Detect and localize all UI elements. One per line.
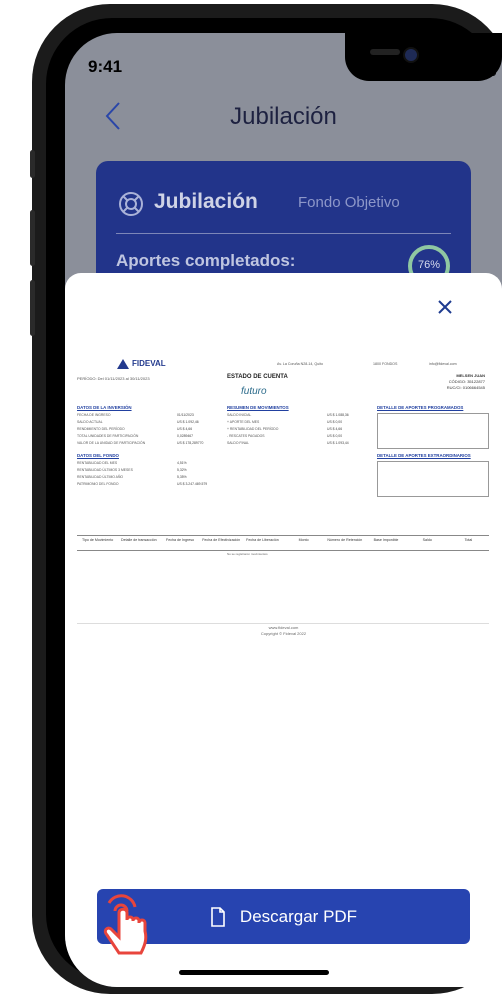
th-base: Base Imponible bbox=[373, 538, 399, 542]
product-logo: futuro bbox=[241, 386, 267, 397]
fideval-logo: FIDEVAL bbox=[117, 359, 166, 369]
volume-down-button bbox=[30, 280, 35, 336]
client-ruc: RUC/CI: 0106664545 bbox=[446, 385, 485, 390]
mute-switch bbox=[30, 150, 35, 178]
phone: 1800 FONDOS bbox=[373, 362, 398, 366]
card-subtitle: Fondo Objetivo bbox=[298, 194, 400, 211]
status-icons: .ıl ᯤ bbox=[437, 59, 497, 77]
aportes-programados-table bbox=[377, 413, 489, 449]
close-button[interactable] bbox=[437, 295, 453, 321]
signal-wifi-icon: .ıl ᯤ bbox=[437, 61, 469, 76]
status-time: 9:41 bbox=[88, 57, 123, 76]
movements-note: No se registraron movimientos bbox=[227, 552, 268, 556]
th-detalle: Detalle de transacción bbox=[121, 538, 157, 542]
email: info@fideval.com bbox=[429, 362, 457, 366]
tap-hand-icon bbox=[103, 894, 148, 955]
progress-label: 76% bbox=[417, 259, 441, 271]
client-info: MELSEN JUAN CÓDIGO: 35122877 RUC/CI: 010… bbox=[447, 373, 485, 391]
address: Av. La Coruña N28-14, Quito bbox=[277, 362, 324, 366]
section-fondo: DATOS DEL FONDO bbox=[77, 453, 119, 458]
footer-copyright: Copyright © Fideval 2022 bbox=[260, 631, 307, 636]
th-monto: Monto bbox=[298, 538, 309, 542]
th-fecha-ingreso: Fecha de Ingreso bbox=[166, 538, 194, 542]
home-indicator bbox=[179, 970, 329, 975]
file-icon bbox=[211, 906, 225, 927]
th-retencion: Número de Retención bbox=[327, 538, 363, 542]
fideval-logo-icon bbox=[117, 359, 129, 369]
brand-name: FIDEVAL bbox=[132, 359, 166, 369]
pdf-preview-sheet: FIDEVAL PERÍODO: Del 01/11/2023 al 30/11… bbox=[65, 273, 502, 987]
fondo-labels: RENTABILIDAD DEL MES RENTABILIDAD ÚLTIMO… bbox=[77, 461, 133, 486]
aportes-label: Aportes completados: bbox=[116, 251, 296, 270]
document-footer: www.fideval.com Copyright © Fideval 2022 bbox=[65, 625, 502, 637]
section-resumen: RESUMEN DE MOVIMIENTOS bbox=[227, 405, 289, 410]
inversion-labels: FECHA DE INGRESO SALDO ACTUAL RENDIMIENT… bbox=[77, 413, 146, 445]
statement-document: FIDEVAL PERÍODO: Del 01/11/2023 al 30/11… bbox=[77, 359, 489, 639]
resumen-values: US $ 1.088,36 US $ 0,00 US $ 4,66 US $ 0… bbox=[327, 413, 349, 445]
battery-icon bbox=[472, 63, 497, 76]
page-title: Jubilación bbox=[230, 103, 337, 130]
th-total: Total bbox=[464, 538, 473, 542]
section-inversion: DATOS DE LA INVERSIÓN bbox=[77, 405, 132, 410]
th-saldo: Saldo bbox=[422, 538, 432, 542]
section-aportes-programados: DETALLE DE APORTES PROGRAMADOS bbox=[377, 405, 464, 410]
card-title: Jubilación bbox=[154, 190, 258, 213]
inversion-values: 01/11/2023 US $ 1.092,46 US $ 4,66 0,028… bbox=[177, 413, 204, 445]
card-divider bbox=[116, 233, 451, 234]
th-fecha-liberacion: Fecha de Liberación bbox=[246, 538, 279, 542]
aportes-extra-table bbox=[377, 461, 489, 497]
lifebuoy-icon bbox=[119, 192, 143, 216]
volume-up-button bbox=[30, 210, 35, 266]
th-fecha-efectivizacion: Fecha de Efectivización bbox=[202, 538, 241, 542]
phone-screen: 9:41 .ıl ᯤ Jubilación Jubilación Fondo O… bbox=[65, 33, 502, 987]
th-tipo: Tipo de Movimiento bbox=[81, 538, 114, 542]
resumen-labels: SALDO INICIAL + APORTE DEL MES + RENTABI… bbox=[227, 413, 279, 445]
speaker bbox=[370, 49, 400, 55]
close-icon bbox=[438, 300, 452, 314]
statement-period: PERÍODO: Del 01/11/2023 al 30/11/2023 bbox=[77, 376, 150, 381]
download-label: Descargar PDF bbox=[239, 906, 358, 926]
fondo-values: 4,51% 5,32% 5,35% US $ 3.247.469.579 bbox=[177, 461, 208, 486]
movements-table-header: Tipo de Movimiento Detalle de transacció… bbox=[77, 535, 489, 551]
statement-title: ESTADO DE CUENTA bbox=[227, 374, 288, 380]
camera bbox=[403, 47, 419, 63]
document-divider bbox=[77, 623, 489, 624]
section-aportes-extra: DETALLE DE APORTES EXTRAORDINARIOS bbox=[377, 453, 471, 458]
